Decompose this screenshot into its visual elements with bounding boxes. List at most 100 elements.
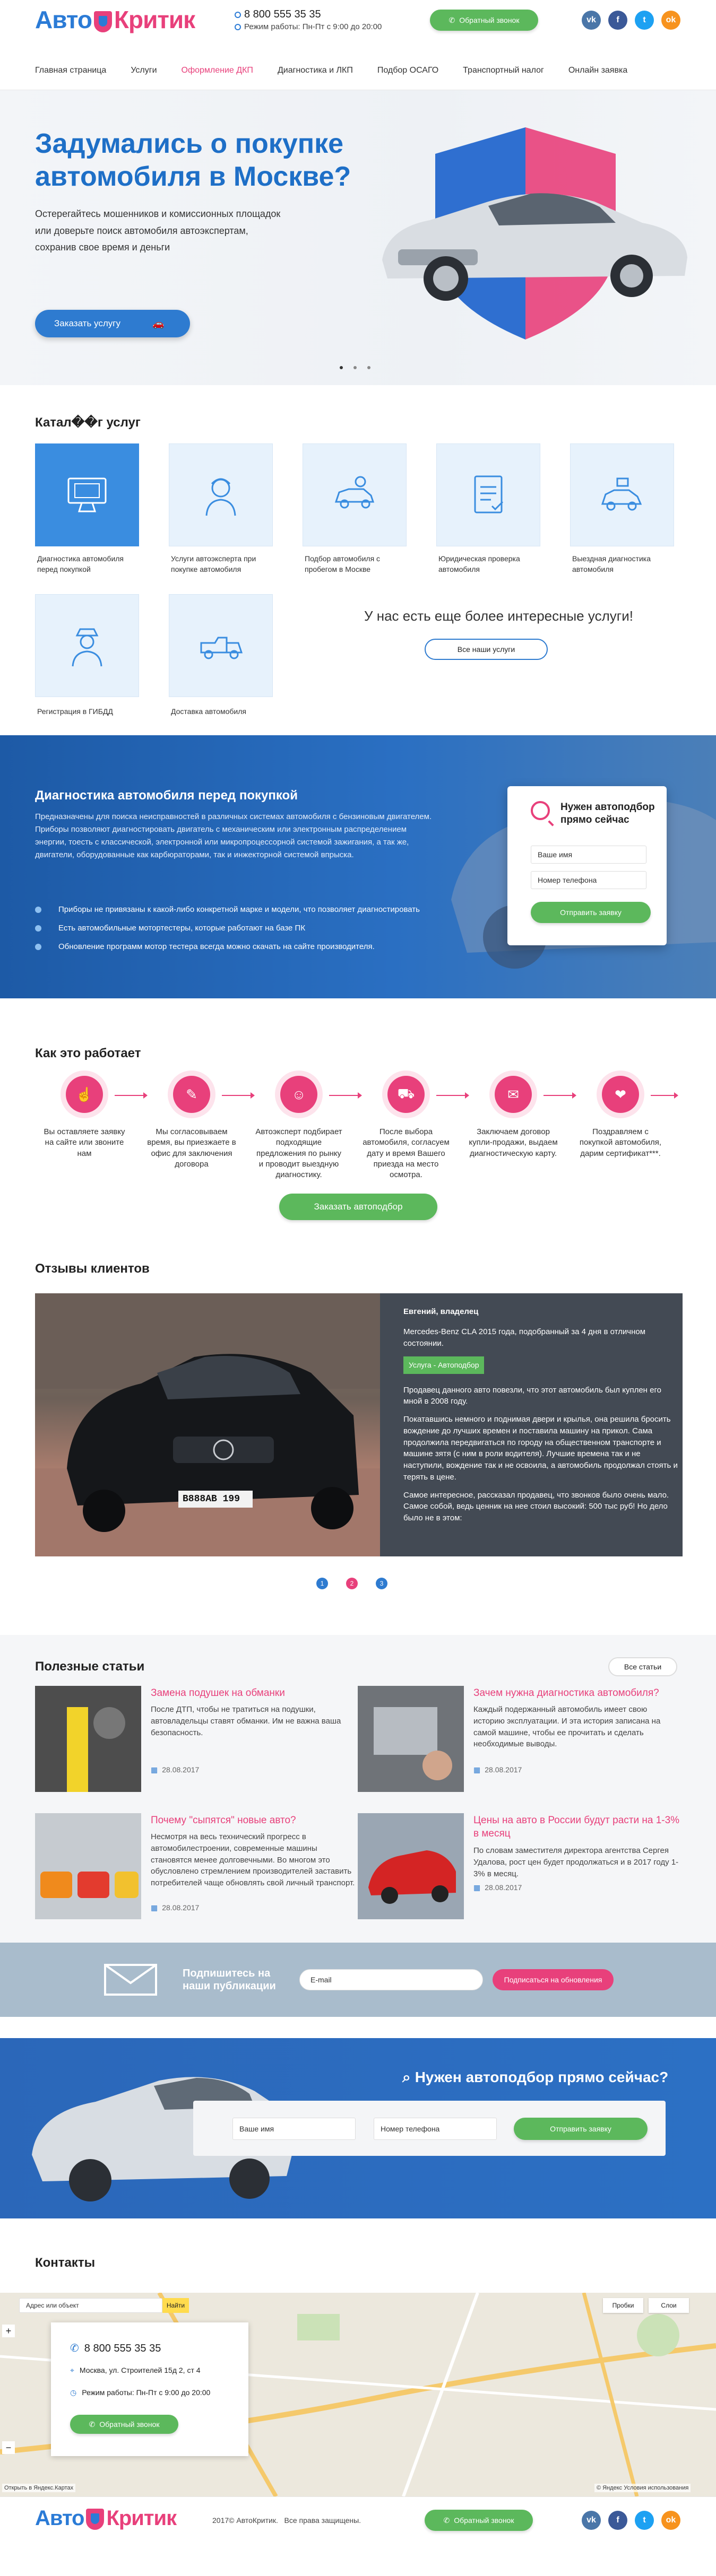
article-text: Каждый подержанный автомобиль имеет свою…	[473, 1705, 661, 1749]
nav-item-home[interactable]: Главная страница	[35, 66, 106, 75]
map-search-input[interactable]: Адрес или объект	[19, 2298, 162, 2313]
zoom-out-icon[interactable]: −	[2, 2441, 15, 2454]
slider-dot[interactable]	[340, 366, 343, 369]
cta-section: ⌕ Нужен автоподбор прямо сейчас? Ваше имя…	[0, 2038, 716, 2218]
step-label: Мы согласовываем время, вы приезжаете в …	[147, 1127, 236, 1169]
review-page-2[interactable]: 2	[346, 1578, 358, 1589]
review-page-1[interactable]: 1	[316, 1578, 328, 1589]
odnoklassniki-icon[interactable]: ok	[661, 11, 680, 30]
article-title[interactable]: Цены на авто в России будут расти на 1-3…	[473, 1814, 680, 1840]
cta-name-input[interactable]: Ваше имя	[232, 2118, 356, 2140]
odnoklassniki-icon[interactable]: ok	[661, 2511, 680, 2530]
article-text: По словам заместителя директора агентств…	[473, 1846, 679, 1878]
contact-callback-button[interactable]: ✆ Обратный звонок	[70, 2415, 178, 2434]
submit-request-button[interactable]: Отправить заявку	[531, 902, 651, 923]
map-open-link[interactable]: Открыть в Яндекс.Картах	[2, 2484, 76, 2492]
vk-icon[interactable]: vk	[582, 11, 601, 30]
email-input[interactable]: E-mail	[299, 1969, 483, 1990]
location-pin-icon: ⌖	[70, 2366, 74, 2374]
contact-hours-text: Режим работы: Пн-Пт с 9:00 до 20:00	[82, 2388, 211, 2397]
twitter-icon[interactable]: t	[635, 11, 654, 30]
site-footer: Авто Критик 2017© АвтоКритик. Все права з…	[0, 2496, 716, 2542]
catalog-tile-expert[interactable]	[169, 443, 273, 546]
zoom-in-icon[interactable]: +	[2, 2325, 15, 2337]
catalog-tile-delivery[interactable]	[169, 594, 273, 697]
slider-dot[interactable]	[353, 366, 357, 369]
contacts-section: Контакты Адрес или объект Найти Пробки С…	[0, 2218, 716, 2496]
logo-part1: Авто	[35, 6, 92, 33]
diagnostics-bullet: Обновление программ мотор тестера всегда…	[35, 942, 420, 951]
name-input[interactable]: Ваше имя	[531, 846, 646, 864]
twitter-label: t	[643, 2516, 646, 2525]
footer-callback-button[interactable]: ✆ Обратный звонок	[425, 2510, 533, 2531]
phone-input[interactable]: Номер телефона	[531, 871, 646, 889]
article-date: ▦ 28.08.2017	[151, 1903, 199, 1912]
mercedes-car-image	[35, 1293, 380, 1556]
article-title[interactable]: Почему "сыпятся" новые авто?	[151, 1814, 358, 1827]
map-traffic-button[interactable]: Пробки	[603, 2298, 643, 2313]
mechanic-icon	[205, 478, 236, 516]
cta-submit-button[interactable]: Отправить заявку	[514, 2118, 648, 2140]
catalog-label: Доставка автомобиля	[171, 707, 246, 716]
slider-dot[interactable]	[367, 366, 370, 369]
logo[interactable]: Авто Критик	[35, 5, 195, 34]
all-services-button[interactable]: Все наши услуги	[425, 639, 548, 660]
nav-item-tax[interactable]: Транспортный налог	[463, 66, 544, 75]
catalog-label: Подбор автомобиля с пробегом в Москве	[305, 554, 381, 573]
callback-button[interactable]: ✆ Обратный звонок	[430, 10, 538, 31]
catalog-tile-gibdd[interactable]	[35, 594, 139, 697]
catalog-label: Услуги автоэксперта при покупке автомоби…	[171, 554, 256, 573]
nav-item-online[interactable]: Онлайн заявка	[568, 66, 627, 75]
arrow-icon	[436, 1092, 469, 1099]
car-selection-icon	[334, 476, 375, 509]
catalog-tile-selection[interactable]	[303, 443, 407, 546]
nav-item-osago[interactable]: Подбор ОСАГО	[377, 66, 438, 75]
hero-slider-dots	[340, 366, 370, 369]
nav-item-services[interactable]: Услуги	[131, 66, 157, 75]
article-text: Несмотря на весь технический прогресс в …	[151, 1832, 355, 1887]
catalog-label: Диагностика автомобиля перед покупкой	[37, 554, 124, 573]
map-layers-button[interactable]: Слои	[649, 2298, 689, 2313]
article-title[interactable]: Замена подушек на обманки	[151, 1687, 358, 1700]
vk-label: vk	[586, 2516, 596, 2525]
diagnostics-list: Приборы не привязаны к какой-либо конкре…	[35, 905, 420, 961]
nav-item-dkp[interactable]: Оформление ДКП	[182, 66, 253, 75]
cta-title: ⌕ Нужен автоподбор прямо сейчас?	[402, 2069, 668, 2086]
logo-part1: Авто	[35, 2507, 84, 2530]
phone-icon: ✆	[448, 15, 455, 24]
hero-title: Задумались о покупке автомобиля в Москве…	[35, 128, 351, 193]
all-articles-button[interactable]: Все статьи	[608, 1657, 677, 1676]
subscribe-button[interactable]: Подписаться на обновления	[493, 1969, 614, 1990]
review-page-3[interactable]: 3	[376, 1578, 387, 1589]
order-selection-button[interactable]: Заказать автоподбор	[279, 1194, 437, 1220]
twitter-icon[interactable]: t	[635, 2511, 654, 2530]
order-service-button[interactable]: Заказать услугу 🚗	[35, 310, 190, 337]
header-hours: Режим работы: Пн-Пт с 9:00 до 20:00	[235, 22, 382, 31]
step-label: Заключаем договор купли-продажи, выдаем …	[469, 1127, 558, 1158]
catalog-tile-legal[interactable]	[436, 443, 540, 546]
article-title[interactable]: Зачем нужна диагностика автомобиля?	[473, 1687, 680, 1700]
logo-part2: Критик	[106, 2507, 177, 2530]
police-officer-icon	[72, 628, 102, 667]
shield-icon	[86, 2509, 105, 2530]
clock-icon: ◷	[70, 2388, 77, 2397]
facebook-icon[interactable]: f	[608, 11, 627, 30]
facebook-icon[interactable]: f	[608, 2511, 627, 2530]
step-label: После выбора автомобиля, согласуем дату …	[363, 1127, 450, 1179]
header-phone[interactable]: 8 800 555 35 35	[235, 8, 321, 21]
review-service-badge: Услуга - Автоподбор	[403, 1356, 485, 1374]
footer-logo[interactable]: Авто Критик	[35, 2507, 177, 2530]
catalog-tile-field[interactable]	[570, 443, 674, 546]
pointer-icon: ☝	[66, 1076, 103, 1113]
review-paragraph: Покатавшись немного и поднимая двери и к…	[403, 1415, 678, 1482]
contact-phone[interactable]: ✆ 8 800 555 35 35	[70, 2342, 161, 2355]
step-label: Вы оставляете заявку на сайте или звонит…	[44, 1127, 125, 1158]
vk-icon[interactable]: vk	[582, 2511, 601, 2530]
catalog-tile-diagnostics[interactable]	[35, 443, 139, 546]
map-search-button[interactable]: Найти	[162, 2298, 189, 2313]
article-date-text: 28.08.2017	[162, 1903, 200, 1912]
cta-phone-input[interactable]: Номер телефона	[374, 2118, 497, 2140]
nav-item-diagnostics[interactable]: Диагностика и ЛКП	[278, 66, 353, 75]
map-attribution[interactable]: © Яндекс Условия использования	[594, 2484, 691, 2492]
